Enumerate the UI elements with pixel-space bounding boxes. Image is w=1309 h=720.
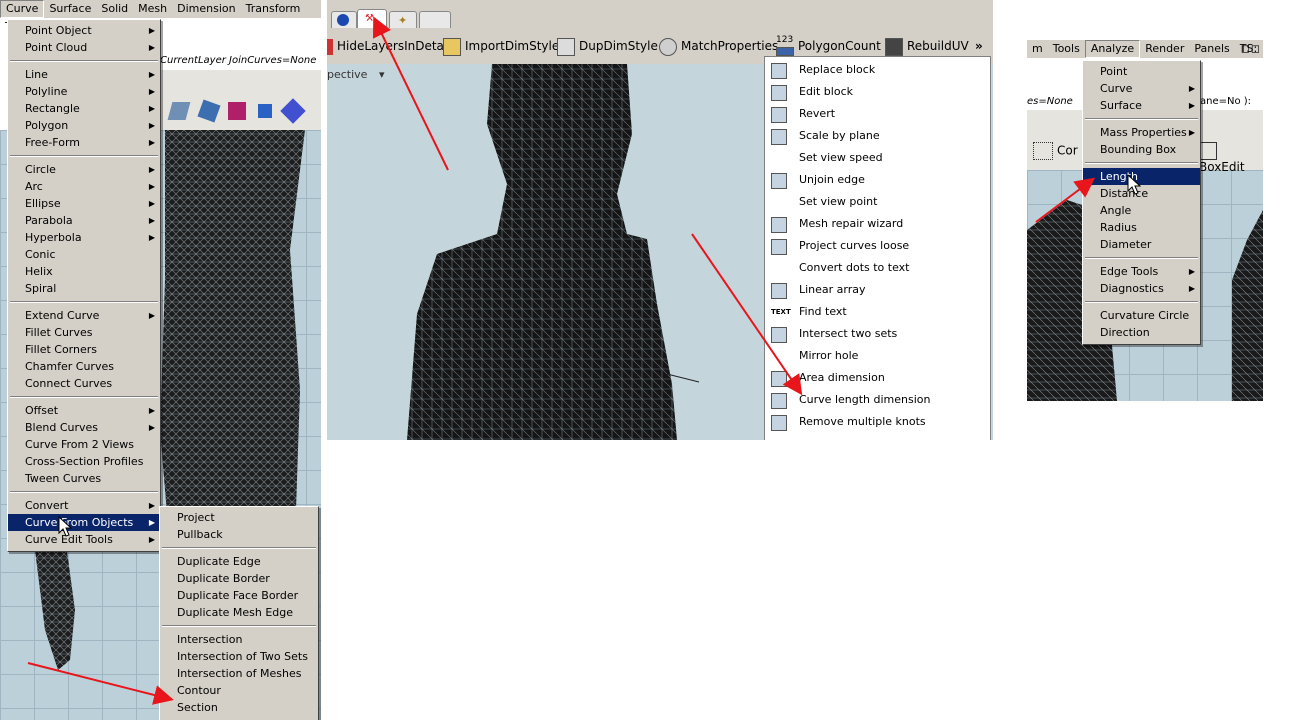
arrow-to-curve-length-dimension — [691, 233, 803, 396]
annotation-arrows — [27, 16, 1096, 705]
arrow-to-custom-tab — [373, 16, 449, 171]
arrow-to-section — [27, 662, 174, 705]
arrow-to-length — [1035, 177, 1096, 223]
